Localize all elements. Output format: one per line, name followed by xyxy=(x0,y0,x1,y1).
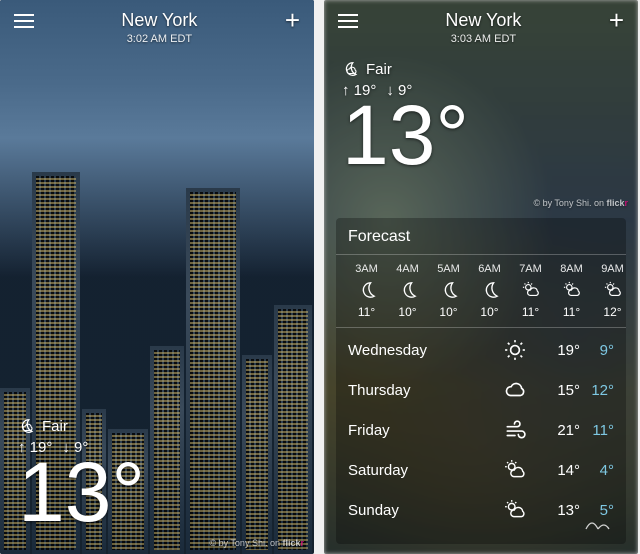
daily-row[interactable]: Thursday 15° 12° xyxy=(348,370,614,410)
hourly-item: 9AM 12° xyxy=(592,263,626,319)
header: New York 3:03 AM EDT + xyxy=(324,10,638,45)
hourly-item: 8AM 11° xyxy=(551,263,592,319)
daily-forecast[interactable]: Wednesday 19° 9°Thursday 15° 12°Friday 2… xyxy=(336,328,626,532)
current-temp: 13° xyxy=(342,93,469,177)
hour-label: 9AM xyxy=(592,263,626,275)
hour-temp: 11° xyxy=(346,305,387,319)
hour-label: 6AM xyxy=(469,263,510,275)
daily-row[interactable]: Saturday 14° 4° xyxy=(348,450,614,490)
hour-temp: 10° xyxy=(469,305,510,319)
condition-text: Fair xyxy=(42,418,68,435)
time-label: 3:02 AM EDT xyxy=(34,33,285,45)
night-fair-icon xyxy=(18,417,36,435)
forecast-panel[interactable]: Forecast 3AM 11°4AM 10°5AM 10°6AM 10°7AM… xyxy=(336,218,626,544)
hour-label: 8AM xyxy=(551,263,592,275)
hourly-item: 6AM 10° xyxy=(469,263,510,319)
night-fair-icon xyxy=(342,60,360,78)
day-name: Thursday xyxy=(348,382,504,399)
add-location-icon[interactable]: + xyxy=(609,10,624,30)
partly-icon xyxy=(604,281,622,299)
day-name: Wednesday xyxy=(348,342,504,359)
current-conditions: Fair ↑ 19° ↓ 9° 13° xyxy=(342,60,469,177)
hourly-item: 7AM 11° xyxy=(510,263,551,319)
current-conditions: Fair ↑ 19° ↓ 9° 13° xyxy=(18,417,145,534)
partly-icon xyxy=(504,499,526,521)
weather-screen-expanded: New York 3:03 AM EDT + Fair ↑ 19° ↓ 9° 1… xyxy=(324,0,638,554)
hour-label: 3AM xyxy=(346,263,387,275)
menu-icon[interactable] xyxy=(338,14,358,28)
day-low: 4° xyxy=(580,462,614,479)
moon-icon xyxy=(440,281,458,299)
hour-temp: 11° xyxy=(551,305,592,319)
time-label: 3:03 AM EDT xyxy=(358,33,609,45)
current-temp: 13° xyxy=(18,450,145,534)
weather-screen-collapsed: New York 3:02 AM EDT + Fair ↑ 19° ↓ 9° 1… xyxy=(0,0,314,554)
day-name: Sunday xyxy=(348,502,504,519)
daily-row[interactable]: Friday 21° 11° xyxy=(348,410,614,450)
moon-icon xyxy=(358,281,376,299)
condition-text: Fair xyxy=(366,61,392,78)
partly-icon xyxy=(522,281,540,299)
day-high: 19° xyxy=(546,342,580,359)
photo-credit: © by Tony Shi. on flickr xyxy=(209,538,304,548)
day-low: 12° xyxy=(580,382,614,399)
daily-row[interactable]: Sunday 13° 5° xyxy=(348,490,614,530)
day-high: 21° xyxy=(546,422,580,439)
location-label: New York xyxy=(34,10,285,31)
forecast-title: Forecast xyxy=(336,228,626,255)
add-location-icon[interactable]: + xyxy=(285,10,300,30)
photo-credit: © by Tony Shi. on flickr xyxy=(533,198,628,208)
flickr-logo: flickr xyxy=(606,198,628,208)
header-center: New York 3:03 AM EDT xyxy=(358,10,609,45)
hour-temp: 12° xyxy=(592,305,626,319)
hour-temp: 11° xyxy=(510,305,551,319)
cloud-icon xyxy=(504,379,526,401)
day-name: Friday xyxy=(348,422,504,439)
day-name: Saturday xyxy=(348,462,504,479)
hourly-item: 4AM 10° xyxy=(387,263,428,319)
moon-icon xyxy=(481,281,499,299)
location-label: New York xyxy=(358,10,609,31)
partly-icon xyxy=(504,459,526,481)
hour-label: 7AM xyxy=(510,263,551,275)
menu-icon[interactable] xyxy=(14,14,34,28)
day-low: 9° xyxy=(580,342,614,359)
wind-icon xyxy=(504,419,526,441)
hourly-item: 3AM 11° xyxy=(346,263,387,319)
header: New York 3:02 AM EDT + xyxy=(0,10,314,45)
hour-temp: 10° xyxy=(428,305,469,319)
day-low: 11° xyxy=(580,422,614,439)
moon-icon xyxy=(399,281,417,299)
hour-temp: 10° xyxy=(387,305,428,319)
sun-icon xyxy=(504,339,526,361)
day-high: 14° xyxy=(546,462,580,479)
header-center: New York 3:02 AM EDT xyxy=(34,10,285,45)
provider-logo xyxy=(582,515,612,538)
partly-icon xyxy=(563,281,581,299)
hourly-forecast[interactable]: 3AM 11°4AM 10°5AM 10°6AM 10°7AM 11°8AM 1… xyxy=(336,255,626,328)
day-high: 13° xyxy=(546,502,580,519)
hourly-item: 5AM 10° xyxy=(428,263,469,319)
day-high: 15° xyxy=(546,382,580,399)
flickr-logo: flickr xyxy=(282,538,304,548)
hour-label: 4AM xyxy=(387,263,428,275)
hour-label: 5AM xyxy=(428,263,469,275)
daily-row[interactable]: Wednesday 19° 9° xyxy=(348,330,614,370)
